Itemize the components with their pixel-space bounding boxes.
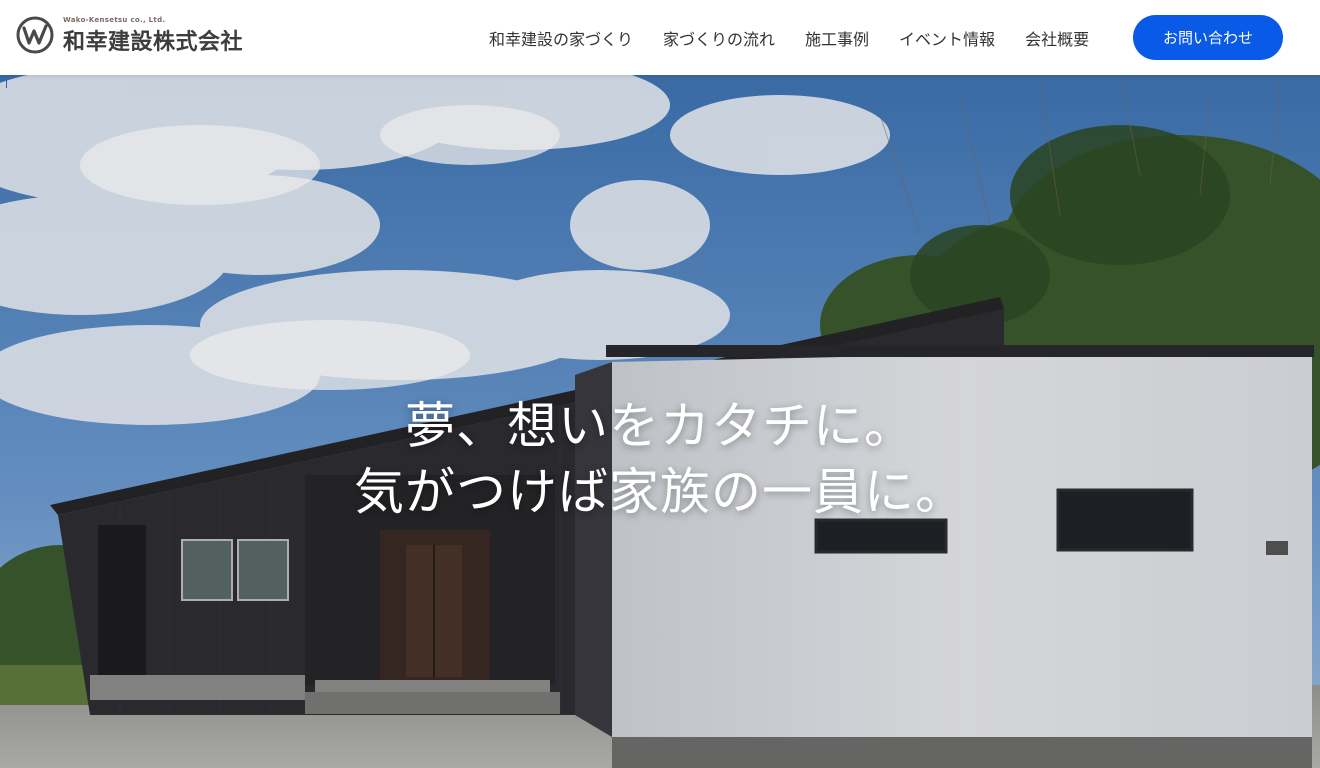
hero-tagline: 夢、想いをカタチに。 気がつけば家族の一員に。 bbox=[0, 393, 1320, 525]
company-logo[interactable]: Wako-Kensetsu co., Ltd. 和幸建設株式会社 bbox=[16, 14, 256, 56]
nav-item-works[interactable]: 施工事例 bbox=[790, 26, 884, 50]
nav-item-events[interactable]: イベント情報 bbox=[884, 26, 1010, 50]
nav-item-house-building[interactable]: 和幸建設の家づくり bbox=[474, 26, 648, 50]
tagline-line-2: 気がつけば家族の一員に。 bbox=[354, 463, 966, 521]
nav-item-building-flow[interactable]: 家づくりの流れ bbox=[648, 26, 790, 50]
main-nav: 和幸建設の家づくり 家づくりの流れ 施工事例 イベント情報 会社概要 bbox=[474, 0, 1104, 75]
logo-mark-icon bbox=[16, 16, 54, 54]
logo-japanese-name: 和幸建設株式会社 bbox=[63, 30, 244, 55]
hero-section: 夢、想いをカタチに。 気がつけば家族の一員に。 bbox=[0, 75, 1320, 768]
nav-item-company[interactable]: 会社概要 bbox=[1010, 26, 1104, 50]
site-header: Wako-Kensetsu co., Ltd. 和幸建設株式会社 和幸建設の家づ… bbox=[0, 0, 1320, 75]
text-cursor bbox=[6, 78, 7, 88]
tagline-line-1: 夢、想いをカタチに。 bbox=[405, 397, 915, 455]
logo-english-name: Wako-Kensetsu co., Ltd. bbox=[63, 16, 166, 24]
contact-button[interactable]: お問い合わせ bbox=[1133, 15, 1283, 60]
